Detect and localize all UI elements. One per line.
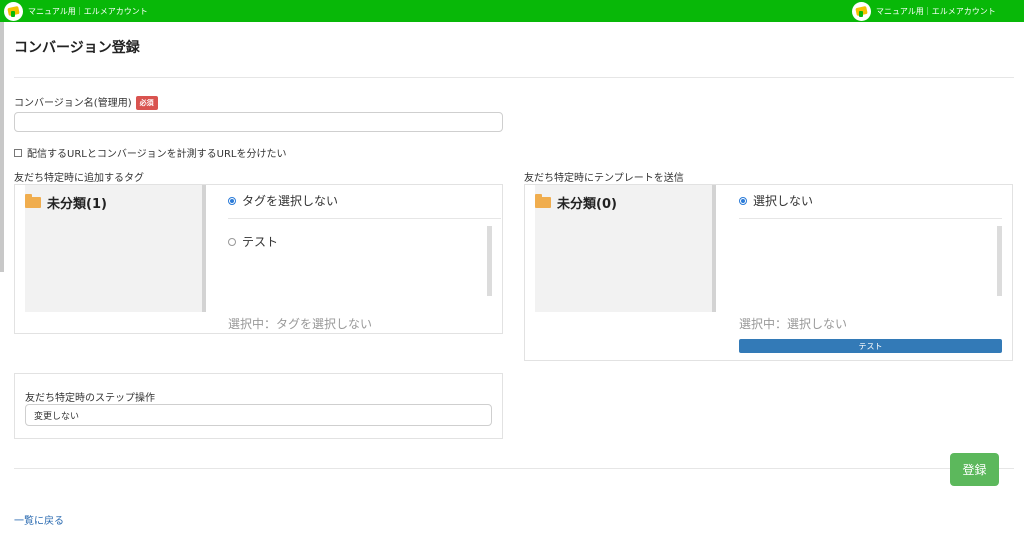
selected-template-button[interactable]: テスト [739, 339, 1002, 353]
folder-open-icon [25, 194, 41, 208]
template-option-none[interactable]: 選択しない [739, 192, 813, 209]
app-logo-icon [4, 1, 23, 21]
step-panel-heading: 友だち特定時のステップ操作 [25, 393, 155, 404]
app-logo-icon [852, 1, 871, 21]
account-label-left: マニュアル用｜エルメアカウント [28, 6, 148, 16]
template-selected-text: 選択中：選択しない [739, 317, 848, 331]
top-bar: マニュアル用｜エルメアカウント マニュアル用｜エルメアカウント [0, 0, 1024, 22]
register-button[interactable]: 登録 [950, 453, 999, 486]
template-folder-scrollbar[interactable] [712, 185, 716, 312]
split-url-option[interactable]: 配信するURLとコンバージョンを計測するURLを分けたい [14, 145, 286, 160]
account-switcher-left[interactable]: マニュアル用｜エルメアカウント [4, 0, 148, 22]
tag-option-test[interactable]: テスト [228, 233, 278, 250]
template-panel-heading: 友だち特定時にテンプレートを送信 [524, 173, 684, 184]
footer-divider [14, 468, 1014, 469]
radio-icon[interactable] [739, 196, 747, 205]
conversion-name-input[interactable] [14, 112, 503, 132]
folder-open-icon [535, 194, 551, 208]
account-switcher-right[interactable]: マニュアル用｜エルメアカウント [852, 0, 996, 22]
template-option-label: 選択しない [753, 194, 814, 208]
template-folder-item[interactable]: 未分類(0) [535, 193, 617, 212]
tag-option-divider [228, 218, 501, 219]
required-badge: 必須 [135, 96, 158, 110]
tag-option-label: タグを選択しない [242, 194, 339, 208]
tag-folder-scrollbar[interactable] [202, 185, 206, 312]
page-title: コンバージョン登録 [14, 40, 140, 56]
left-edge-scrollbar[interactable] [0, 22, 4, 272]
tag-options-scrollbar[interactable] [487, 226, 492, 296]
tag-folder-label: 未分類(1) [47, 197, 107, 212]
account-label-right: マニュアル用｜エルメアカウント [876, 6, 996, 16]
conversion-name-label: コンバージョン名(管理用) 必須 [14, 94, 158, 110]
tag-option-label: テスト [242, 235, 279, 249]
tag-option-none[interactable]: タグを選択しない [228, 192, 338, 209]
tag-panel-heading: 友だち特定時に追加するタグ [14, 173, 144, 184]
template-option-divider [739, 218, 1002, 219]
tag-folder-item[interactable]: 未分類(1) [25, 193, 107, 212]
checkbox-icon[interactable] [14, 148, 22, 157]
tag-selected-text: 選択中：タグを選択しない [228, 317, 373, 331]
conversion-name-label-text: コンバージョン名(管理用) [14, 98, 132, 109]
back-to-list-link[interactable]: 一覧に戻る [14, 512, 64, 527]
split-url-label: 配信するURLとコンバージョンを計測するURLを分けたい [27, 149, 287, 160]
template-folder-label: 未分類(0) [557, 197, 617, 212]
radio-icon[interactable] [228, 237, 236, 246]
radio-icon[interactable] [228, 196, 236, 205]
step-operation-select[interactable]: 変更しない [25, 404, 492, 426]
template-options-scrollbar[interactable] [997, 226, 1002, 296]
title-divider [14, 77, 1014, 78]
